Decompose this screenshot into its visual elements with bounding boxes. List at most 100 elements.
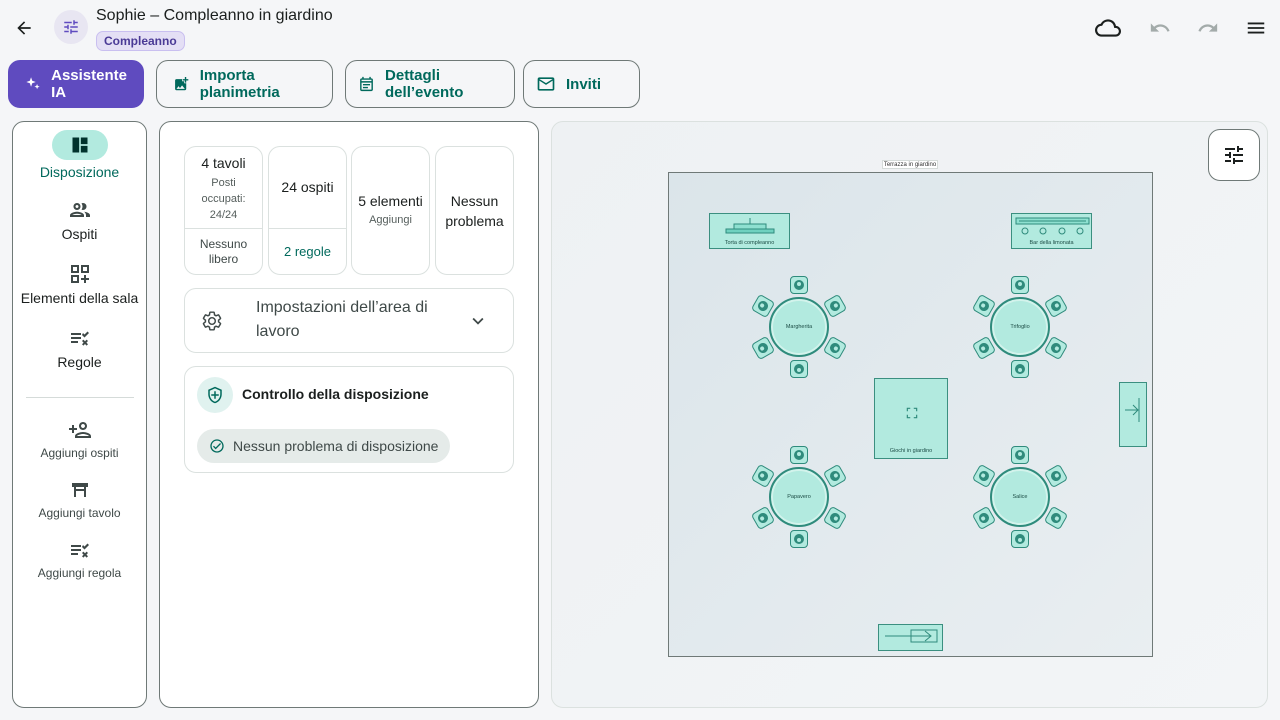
undo-icon	[1150, 23, 1170, 32]
guest-icon	[976, 511, 991, 525]
rule-add-icon	[70, 543, 89, 558]
seat[interactable]	[1011, 276, 1029, 294]
table-name: Trifoglio	[990, 297, 1050, 357]
seat[interactable]	[1044, 463, 1069, 489]
guest-icon	[794, 364, 804, 374]
elements-count: 5 elementi	[358, 193, 423, 209]
event-type-chip: Compleanno	[96, 31, 185, 51]
layout-panel: 4 tavoli Posti occupati: 24/24 Nessuno l…	[159, 121, 539, 708]
games-label: Giochi in giardino	[889, 448, 933, 454]
guest-icon	[828, 341, 843, 355]
add-table-button[interactable]: Aggiungi tavolo	[13, 478, 146, 520]
ai-assistant-button[interactable]: Assistente IA	[8, 60, 144, 108]
room-label: Terrazza in giardino	[882, 160, 938, 169]
card-divider	[269, 228, 346, 229]
entrance-right-element[interactable]	[1119, 382, 1147, 447]
seat[interactable]	[790, 446, 808, 464]
seat[interactable]	[1044, 335, 1069, 361]
group-icon	[69, 203, 90, 217]
guest-icon	[828, 299, 843, 313]
seat[interactable]	[790, 530, 808, 548]
seats-occupied: Posti occupati: 24/24	[201, 177, 246, 221]
seat[interactable]	[1011, 530, 1029, 548]
seat[interactable]	[1011, 446, 1029, 464]
seat[interactable]	[790, 360, 808, 378]
sync-status-button[interactable]	[1094, 14, 1122, 42]
guest-icon	[1049, 299, 1064, 313]
table-trifoglio[interactable]: Trifoglio	[970, 274, 1070, 382]
table-name: Margherita	[769, 297, 829, 357]
rules-count-link[interactable]: 2 regole	[269, 244, 346, 259]
menu-icon	[1247, 22, 1265, 34]
import-floorplan-button[interactable]: Importa planimetria	[156, 60, 333, 108]
shield-badge	[197, 377, 233, 413]
event-details-button[interactable]: Dettagli dell’evento	[345, 60, 515, 108]
bar-counter-icon	[1015, 217, 1090, 235]
undo-button[interactable]	[1146, 14, 1174, 42]
guests-stat-card[interactable]: 24 ospiti 2 regole	[268, 146, 347, 275]
issues-status: Nessun problema	[445, 193, 504, 229]
arrow-back-icon	[17, 21, 31, 35]
guest-icon	[1049, 469, 1064, 483]
table-margherita[interactable]: Margherita	[749, 274, 849, 382]
issues-stat-card[interactable]: Nessun problema	[435, 146, 514, 275]
event-details-label: Dettagli dell’evento	[385, 67, 464, 101]
guest-icon	[755, 299, 770, 313]
rule-icon	[70, 331, 89, 346]
guest-icon	[976, 299, 991, 313]
seat[interactable]	[790, 276, 808, 294]
floorplan-canvas[interactable]: Terrazza in giardino Torta di compleanno…	[551, 121, 1268, 708]
elements-stat-card[interactable]: 5 elementi Aggiungi	[351, 146, 430, 275]
door-arrow-icon	[885, 629, 938, 643]
invites-label: Inviti	[566, 75, 602, 93]
workspace-settings-accordion[interactable]: Impostazioni dell’area di lavoro	[184, 288, 514, 353]
table-salice[interactable]: Salice	[970, 444, 1070, 552]
nav-guests-label: Ospiti	[61, 226, 98, 242]
invites-button[interactable]: Inviti	[523, 60, 640, 108]
entrance-bottom-element[interactable]	[878, 624, 943, 651]
room-area[interactable]: Torta di compleanno Bar della limonata G…	[668, 172, 1153, 657]
person-add-icon	[68, 422, 91, 438]
guest-icon	[794, 534, 804, 544]
seat[interactable]	[823, 463, 848, 489]
add-photo-icon	[175, 77, 189, 91]
guest-icon	[1015, 280, 1025, 290]
redo-button[interactable]	[1194, 14, 1222, 42]
free-seats: Nessuno libero	[199, 237, 248, 266]
menu-button[interactable]	[1242, 14, 1270, 42]
guest-icon	[755, 511, 770, 525]
seat[interactable]	[1044, 293, 1069, 319]
nav-item-guests[interactable]: Ospiti	[13, 198, 146, 242]
guest-icon	[976, 469, 991, 483]
cake-element[interactable]: Torta di compleanno	[709, 213, 790, 249]
layout-check-title: Controllo della disposizione	[242, 386, 429, 402]
canvas-options-button[interactable]	[1208, 129, 1260, 181]
cake-icon	[725, 218, 775, 234]
bar-element[interactable]: Bar della limonata	[1011, 213, 1092, 249]
table-icon	[71, 483, 88, 497]
table-papavero[interactable]: Papavero	[749, 444, 849, 552]
seat[interactable]	[1011, 360, 1029, 378]
seat[interactable]	[823, 505, 848, 531]
nav-layout-label: Disposizione	[39, 164, 120, 180]
games-element[interactable]: Giochi in giardino	[874, 378, 948, 459]
seat[interactable]	[823, 293, 848, 319]
seat[interactable]	[1044, 505, 1069, 531]
tables-stat-card[interactable]: 4 tavoli Posti occupati: 24/24 Nessuno l…	[184, 146, 263, 275]
seat[interactable]	[823, 335, 848, 361]
add-rule-label: Aggiungi regola	[37, 566, 122, 580]
door-arrow-icon	[1125, 398, 1140, 422]
shield-icon	[208, 386, 222, 404]
back-button[interactable]	[8, 12, 40, 44]
event-settings-button[interactable]	[54, 10, 88, 44]
ai-assistant-label: Assistente IA	[51, 67, 127, 101]
nav-item-rules[interactable]: Regole	[13, 326, 146, 370]
nav-item-room-elements[interactable]: Elementi della sala	[13, 262, 146, 306]
nav-room-elements-label: Elementi della sala	[20, 290, 139, 306]
table-name: Salice	[990, 467, 1050, 527]
add-guests-button[interactable]: Aggiungi ospiti	[13, 418, 146, 460]
dashboard-icon	[72, 137, 87, 153]
nav-item-layout[interactable]: Disposizione	[13, 130, 146, 180]
add-rule-button[interactable]: Aggiungi regola	[13, 538, 146, 580]
layout-check-card: Controllo della disposizione Nessun prob…	[184, 366, 514, 473]
